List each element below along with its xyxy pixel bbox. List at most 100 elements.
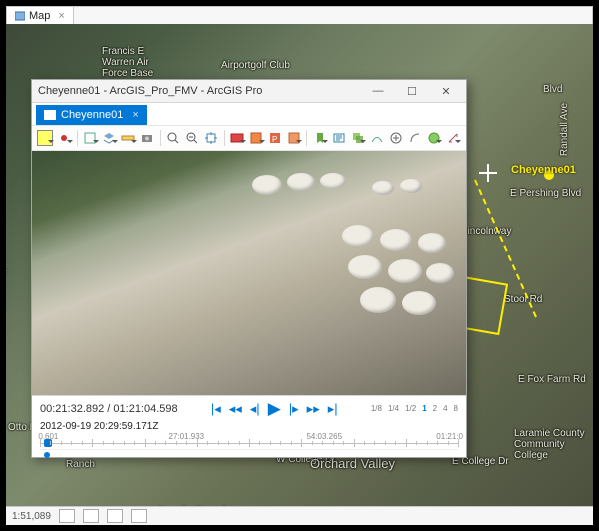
app-frame: Map × Francis E Warren Air Force Base Ai… — [0, 0, 599, 531]
mensuration-button[interactable] — [443, 128, 462, 148]
map-label: Randall Ave — [559, 103, 570, 156]
digitize-button[interactable] — [55, 128, 74, 148]
map-tab[interactable]: Map × — [7, 7, 74, 25]
fmv-window: Cheyenne01 - ArcGIS_Pro_FMV - ArcGIS Pro… — [31, 79, 467, 458]
map-label: Airportgolf Club — [221, 60, 290, 71]
svg-text:P: P — [272, 135, 277, 144]
speed-mark: 8 — [454, 405, 458, 413]
export-frame-button[interactable] — [247, 128, 266, 148]
timeline-scrubber[interactable]: 0.601 27:01.933 54:03.265 01:21:0 — [40, 434, 458, 447]
georef-button[interactable] — [424, 128, 443, 148]
fmv-video-tab[interactable]: Cheyenne01 × — [36, 105, 147, 125]
zoom-extent-button[interactable] — [183, 128, 202, 148]
enhance-icon — [389, 131, 403, 145]
tank-shape — [320, 173, 346, 189]
separator — [77, 130, 78, 146]
identify-button[interactable] — [100, 128, 119, 148]
zoom-frame-button[interactable] — [202, 128, 221, 148]
minimize-button[interactable]: — — [364, 83, 392, 99]
separator — [306, 130, 307, 146]
fmv-window-title: Cheyenne01 - ArcGIS_Pro_FMV - ArcGIS Pro — [38, 85, 358, 97]
overlay-button[interactable] — [348, 128, 367, 148]
frame-back-button[interactable]: ◂| — [250, 401, 260, 417]
close-button[interactable]: ✕ — [432, 83, 460, 99]
export-metadata-button[interactable] — [284, 128, 303, 148]
skip-end-button[interactable]: ▸| — [328, 401, 338, 417]
klv-button[interactable] — [329, 128, 348, 148]
status-icon[interactable] — [59, 509, 75, 523]
map-view[interactable]: Francis E Warren Air Force Base Airportg… — [6, 24, 593, 525]
export-ppt-button[interactable]: P — [266, 128, 285, 148]
close-icon[interactable]: × — [58, 10, 64, 22]
tank-shape — [360, 287, 396, 313]
bookmark-button[interactable] — [310, 128, 329, 148]
map-icon — [15, 11, 25, 21]
tank-shape — [252, 175, 282, 195]
export-frame-icon — [249, 131, 263, 145]
tank-shape — [400, 179, 422, 193]
map-label: Orchard Valley — [310, 456, 395, 471]
scrub-label: 27:01.933 — [169, 432, 205, 441]
maximize-button[interactable]: ☐ — [398, 83, 426, 99]
select-tool-button[interactable] — [81, 128, 100, 148]
status-icon[interactable] — [131, 509, 147, 523]
map-label: Laramie County Community College — [514, 428, 585, 461]
cursor-crosshair — [479, 164, 497, 182]
map-scale[interactable]: 1:51,089 — [12, 511, 51, 522]
frame-icon — [83, 131, 97, 145]
trail-icon — [370, 131, 384, 145]
measure-button[interactable] — [119, 128, 138, 148]
color-swatch-icon — [37, 130, 53, 146]
tank-shape — [348, 255, 382, 279]
fmv-video-frame[interactable] — [32, 151, 466, 396]
status-icon[interactable] — [107, 509, 123, 523]
gamma-icon — [408, 131, 422, 145]
video-icon — [44, 110, 56, 120]
mini-playhead[interactable] — [44, 452, 50, 458]
fmv-titlebar[interactable]: Cheyenne01 - ArcGIS_Pro_FMV - ArcGIS Pro… — [32, 80, 466, 103]
zulu-time: 2012-09-19 20:29:59.171Z — [40, 421, 458, 432]
play-button[interactable]: ▶ — [268, 399, 281, 419]
speed-mark: 2 — [433, 405, 437, 413]
time-readout: 00:21:32.892 / 01:21:04.598 — [40, 403, 178, 415]
gamma-button[interactable] — [405, 128, 424, 148]
speed-mark: 4 — [443, 405, 447, 413]
mini-scrubber[interactable] — [40, 449, 458, 457]
status-icon[interactable] — [83, 509, 99, 523]
speed-scale[interactable]: 1/8 1/4 1/2 1 2 4 8 — [371, 405, 458, 413]
status-bar: 1:51,089 — [6, 506, 593, 525]
map-label: Blvd — [543, 84, 562, 95]
map-label: E Fox Farm Rd — [518, 374, 586, 385]
color-picker-button[interactable] — [36, 128, 55, 148]
target-icon — [204, 131, 218, 145]
skip-start-button[interactable]: |◂ — [211, 401, 221, 417]
zoom-in-button[interactable] — [164, 128, 183, 148]
fmv-tab-row: Cheyenne01 × — [32, 103, 466, 125]
flight-position — [544, 170, 554, 180]
speed-mark-current: 1 — [422, 405, 426, 413]
tank-shape — [380, 229, 412, 251]
fmv-toolbar: P — [32, 125, 466, 151]
sensor-trail-button[interactable] — [367, 128, 386, 148]
map-label: Lincolnway — [462, 226, 511, 237]
playback-controls: |◂ ◂◂ ◂| ▶ |▸ ▸▸ ▸| — [211, 399, 338, 419]
bookmark-icon — [313, 131, 327, 145]
fmv-tab-label: Cheyenne01 — [61, 109, 123, 121]
enhance-button[interactable] — [386, 128, 405, 148]
tank-shape — [418, 233, 446, 253]
ppt-icon: P — [268, 131, 282, 145]
record-button[interactable] — [228, 128, 247, 148]
klv-icon — [332, 131, 346, 145]
step-back-button[interactable]: ◂◂ — [229, 401, 242, 417]
frame-fwd-button[interactable]: |▸ — [289, 401, 299, 417]
close-icon[interactable]: × — [132, 109, 138, 121]
speed-mark: 1/4 — [388, 405, 399, 413]
tank-shape — [426, 263, 454, 283]
snapshot-button[interactable] — [138, 128, 157, 148]
layers-icon — [102, 131, 116, 145]
record-icon — [230, 131, 244, 145]
step-fwd-button[interactable]: ▸▸ — [307, 401, 320, 417]
tank-shape — [402, 291, 436, 315]
scrub-label: 54:03.265 — [306, 432, 342, 441]
flight-path — [474, 180, 537, 318]
